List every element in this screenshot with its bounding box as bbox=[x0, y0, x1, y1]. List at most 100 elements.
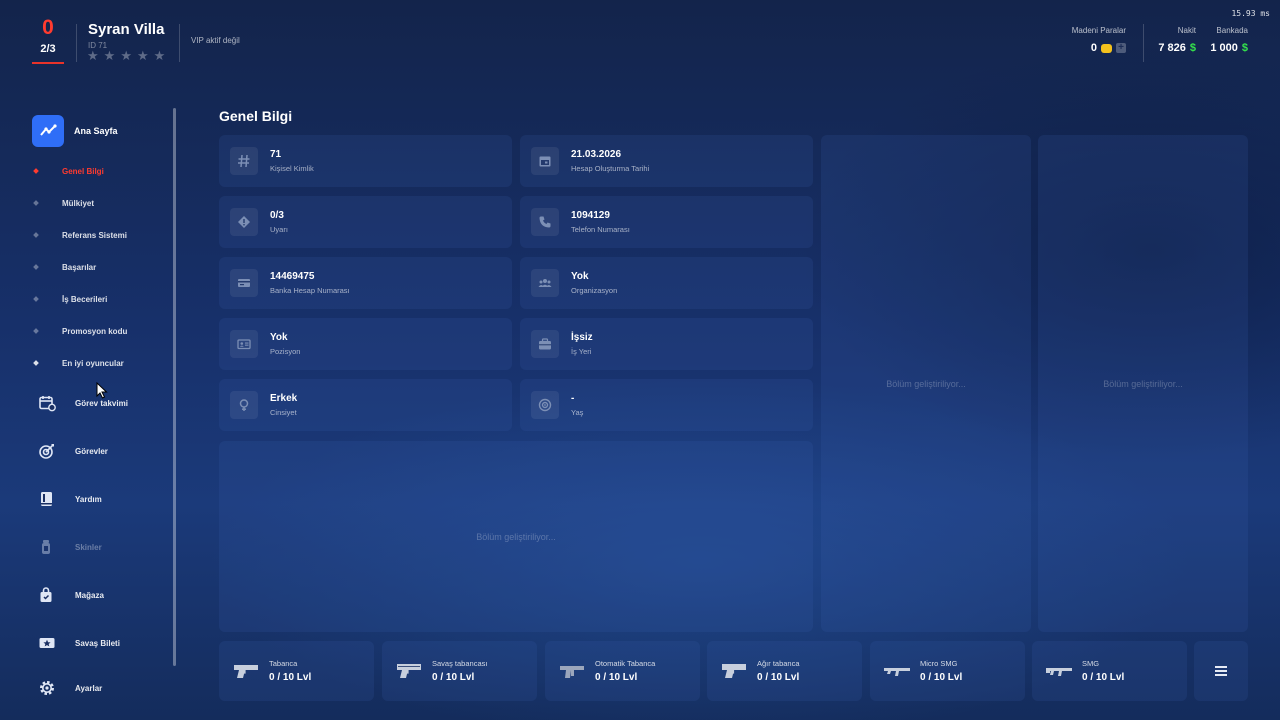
weapon-level: 0 / 10 Lvl bbox=[757, 672, 800, 683]
info-value: Yok bbox=[270, 332, 288, 343]
submenu-property[interactable]: Mülkiyet bbox=[33, 196, 95, 210]
submenu-label: Mülkiyet bbox=[62, 198, 95, 208]
star-icon: ★ bbox=[136, 48, 149, 63]
bullet-icon bbox=[33, 328, 39, 334]
nav-store[interactable]: Mağaza bbox=[38, 586, 104, 604]
weapon-name: Savaş tabancası bbox=[432, 659, 488, 668]
star-icon: ★ bbox=[103, 48, 116, 63]
weapon-skill-auto-pistol: Otomatik Tabanca 0 / 10 Lvl bbox=[545, 641, 700, 701]
star-icon: ★ bbox=[87, 48, 99, 63]
weapon-skill-heavy-pistol: Ağır tabanca 0 / 10 Lvl bbox=[707, 641, 862, 701]
submenu-label: En iyi oyuncular bbox=[62, 358, 124, 368]
submenu-label: Genel Bilgi bbox=[62, 166, 104, 176]
submenu-top-players[interactable]: En iyi oyuncular bbox=[33, 356, 124, 370]
trend-chart-icon bbox=[40, 124, 57, 136]
nav-settings[interactable]: Ayarlar bbox=[38, 679, 102, 697]
shopping-bag-icon bbox=[38, 586, 56, 604]
coins-label: Madeni Paralar bbox=[1071, 26, 1126, 35]
info-label: Uyarı bbox=[270, 225, 288, 234]
star-rating: ★ ★ ★ ★ ★ bbox=[87, 49, 165, 63]
star-icon: ★ bbox=[120, 48, 132, 63]
info-label: Hesap Oluşturma Tarihi bbox=[571, 164, 650, 173]
submenu-job-skills[interactable]: İş Becerileri bbox=[33, 292, 108, 306]
info-value: 21.03.2026 bbox=[571, 149, 622, 160]
home-label: Ana Sayfa bbox=[74, 126, 118, 136]
bank-block: Bankada 1 000 $ bbox=[1210, 26, 1248, 54]
micro-smg-icon bbox=[882, 662, 912, 680]
submenu-label: Promosyon kodu bbox=[62, 326, 128, 336]
under-development-text: Bölüm geliştiriliyor... bbox=[886, 378, 966, 389]
weapon-name: SMG bbox=[1082, 659, 1100, 668]
info-value: 0/3 bbox=[270, 210, 284, 221]
dollar-icon: $ bbox=[1189, 42, 1196, 54]
level-progress: 2/3 bbox=[40, 43, 56, 55]
submenu-achievements[interactable]: Başarılar bbox=[33, 260, 97, 274]
star-icon: ★ bbox=[153, 48, 166, 63]
info-label: Kişisel Kimlik bbox=[270, 164, 314, 173]
info-label: Pozisyon bbox=[270, 347, 301, 356]
weapon-skill-smg: SMG 0 / 10 Lvl bbox=[1032, 641, 1187, 701]
divider bbox=[76, 24, 77, 62]
weapon-level: 0 / 10 Lvl bbox=[269, 672, 312, 683]
submenu-label: İş Becerileri bbox=[62, 294, 108, 304]
submenu-label: Başarılar bbox=[62, 262, 97, 272]
divider bbox=[1143, 24, 1144, 62]
weapon-level: 0 / 10 Lvl bbox=[1082, 672, 1125, 683]
bullet-icon bbox=[33, 264, 39, 270]
submenu-referral-system[interactable]: Referans Sistemi bbox=[33, 228, 127, 242]
submenu-promo-code[interactable]: Promosyon kodu bbox=[33, 324, 128, 338]
weapon-name: Micro SMG bbox=[920, 659, 958, 668]
nav-quests[interactable]: Görevler bbox=[38, 442, 108, 460]
weapon-skill-micro-smg: Micro SMG 0 / 10 Lvl bbox=[870, 641, 1025, 701]
weapon-name: Ağır tabanca bbox=[757, 659, 800, 668]
add-coins-button[interactable]: + bbox=[1116, 43, 1126, 53]
nav-battle-pass[interactable]: Savaş Bileti bbox=[38, 634, 120, 652]
submenu-general-info[interactable]: Genel Bilgi bbox=[33, 164, 104, 178]
info-label: Organizasyon bbox=[571, 286, 618, 295]
bank-card-icon bbox=[230, 269, 258, 297]
mouse-cursor-icon bbox=[96, 381, 108, 404]
info-card-age: - Yaş bbox=[520, 379, 813, 431]
auto-pistol-icon bbox=[557, 662, 587, 680]
ticket-star-icon bbox=[38, 634, 56, 652]
bullet-icon bbox=[33, 360, 39, 366]
calendar-icon bbox=[38, 394, 56, 412]
nav-label: Görevler bbox=[75, 446, 108, 456]
info-card-organization: Yok Organizasyon bbox=[520, 257, 813, 309]
book-icon bbox=[38, 490, 56, 508]
phone-icon bbox=[531, 208, 559, 236]
nav-task-calendar[interactable]: Görev takvimi bbox=[38, 394, 128, 412]
info-card-personal-id: 71 Kişisel Kimlik bbox=[219, 135, 512, 187]
dollar-icon: $ bbox=[1241, 42, 1248, 54]
pistol-icon bbox=[231, 662, 261, 680]
cash-label: Nakit bbox=[1177, 26, 1196, 35]
coins-value: 0 bbox=[1090, 42, 1097, 54]
nav-help[interactable]: Yardım bbox=[38, 490, 102, 508]
nav-label: Mağaza bbox=[75, 590, 104, 600]
combat-pistol-icon bbox=[394, 662, 424, 680]
info-card-gender: Erkek Cinsiyet bbox=[219, 379, 512, 431]
info-value: Erkek bbox=[270, 393, 298, 404]
info-card-phone: 1094129 Telefon Numarası bbox=[520, 196, 813, 248]
info-card-workplace: İşsiz İş Yeri bbox=[520, 318, 813, 370]
sidebar-scrollbar[interactable] bbox=[173, 108, 176, 666]
hash-icon bbox=[230, 147, 258, 175]
coins-block: Madeni Paralar 0 + bbox=[1072, 26, 1126, 54]
nav-label: Ayarlar bbox=[75, 683, 103, 693]
submenu-label: Referans Sistemi bbox=[62, 230, 127, 240]
level-number: 0 bbox=[42, 16, 54, 39]
info-value: 71 bbox=[270, 149, 282, 160]
menu-icon bbox=[1215, 666, 1227, 676]
bullet-icon bbox=[33, 168, 39, 174]
weapon-level: 0 / 10 Lvl bbox=[432, 672, 475, 683]
home-button[interactable] bbox=[32, 115, 64, 147]
info-card-warnings: 0/3 Uyarı bbox=[219, 196, 512, 248]
smg-icon bbox=[1044, 662, 1074, 680]
warning-icon bbox=[230, 208, 258, 236]
weapons-menu-button[interactable] bbox=[1194, 641, 1248, 701]
id-card-icon bbox=[230, 330, 258, 358]
nav-skins[interactable]: Skinler bbox=[38, 538, 102, 556]
frame-time-readout: 15.93 ms bbox=[1231, 9, 1270, 18]
info-card-bank-account: 14469475 Banka Hesap Numarası bbox=[219, 257, 512, 309]
info-card-position: Yok Pozisyon bbox=[219, 318, 512, 370]
